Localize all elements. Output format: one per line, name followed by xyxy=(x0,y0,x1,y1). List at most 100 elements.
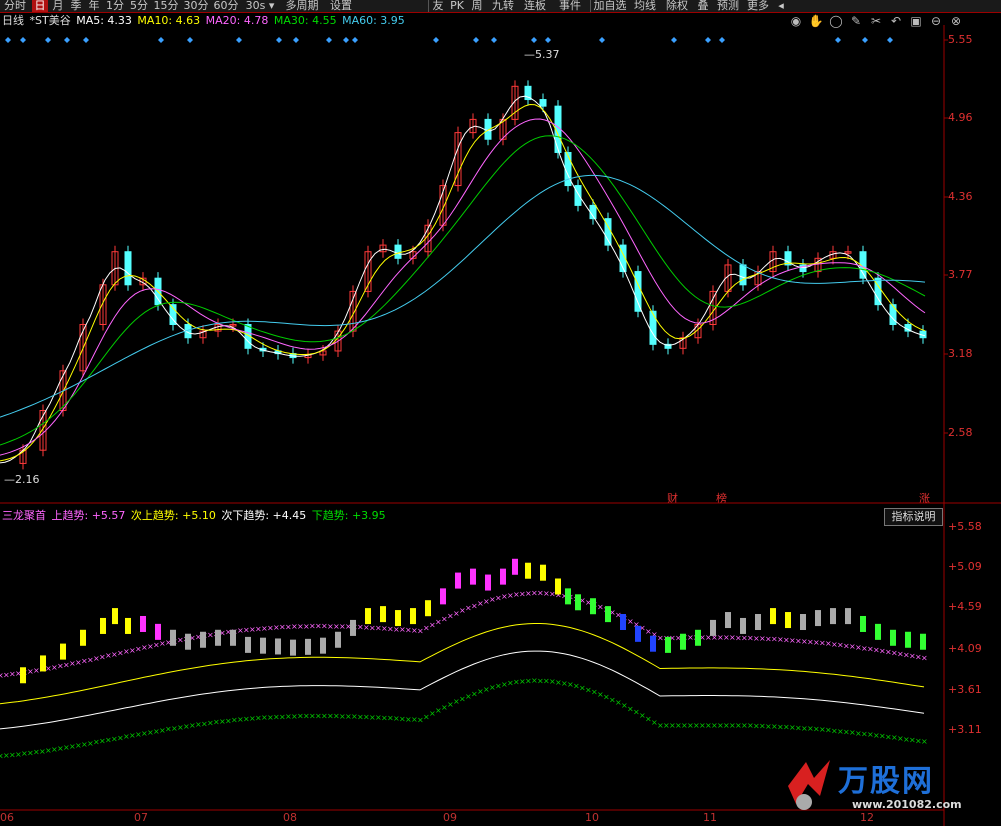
signal-diamond xyxy=(343,37,349,43)
indicator-bar xyxy=(320,637,326,654)
toolbar-item[interactable]: 设置 xyxy=(326,0,356,12)
signal-diamond xyxy=(473,37,479,43)
signal-diamond xyxy=(187,37,193,43)
indicator-tick: +4.59 xyxy=(948,600,982,613)
indicator-bar xyxy=(455,572,461,589)
watermark-url: www.201082.com xyxy=(852,798,962,811)
indicator-bar xyxy=(770,608,776,625)
date-tick: 08 xyxy=(283,811,297,824)
toolbar-item[interactable]: 60分 xyxy=(212,0,240,12)
down2-trend-line xyxy=(0,650,925,730)
high-price-label: —5.37 xyxy=(524,48,560,61)
indicator-bar xyxy=(830,608,836,625)
signal-diamond xyxy=(719,37,725,43)
kline-chart: —5.37—2.16× × × × × × × × × × × × × × × × × × × × × × × × × × × × × ×… xyxy=(0,25,1001,826)
toolbar-item[interactable]: 多周期 xyxy=(280,0,324,12)
indicator-bar xyxy=(785,612,791,629)
indicator-bar xyxy=(112,608,118,625)
toolbar-item[interactable]: 更多 xyxy=(744,0,772,12)
signal-diamond xyxy=(887,37,893,43)
indicator-bar xyxy=(80,629,86,646)
candle-body xyxy=(634,271,642,312)
low-price-label: —2.16 xyxy=(4,473,40,486)
indicator-bar xyxy=(215,629,221,646)
indicator-bar xyxy=(425,600,431,617)
signal-diamond xyxy=(705,37,711,43)
indicator-bar xyxy=(635,625,641,642)
price-tick: 3.18 xyxy=(948,347,973,360)
toolbar-item[interactable]: 预测 xyxy=(714,0,742,12)
up-trend-line: × xyxy=(921,653,928,662)
indicator-bar xyxy=(395,610,401,627)
signal-diamond xyxy=(20,37,26,43)
price-tick: 4.36 xyxy=(948,190,973,203)
indicator-bar xyxy=(605,606,611,623)
toolbar-item[interactable]: 30s ▾ xyxy=(242,0,278,12)
indicator-bar xyxy=(230,629,236,646)
signal-diamond xyxy=(158,37,164,43)
date-tick: 07 xyxy=(134,811,148,824)
indicator-bar xyxy=(290,639,296,656)
toolbar-item[interactable]: 5分 xyxy=(128,0,150,12)
toolbar-item[interactable]: 九转 xyxy=(488,0,518,12)
indicator-bar xyxy=(200,631,206,648)
signal-diamond xyxy=(5,37,11,43)
toolbar-item[interactable]: PK xyxy=(448,0,466,12)
signal-diamond xyxy=(835,37,841,43)
toolbar-item[interactable]: 叠 xyxy=(694,0,712,12)
indicator-bar xyxy=(100,617,106,634)
toolbar-item[interactable]: 事件 xyxy=(552,0,588,12)
signal-diamond xyxy=(545,37,551,43)
toolbar-item[interactable]: 除权 xyxy=(662,0,692,12)
signal-diamond xyxy=(671,37,677,43)
ma20-line xyxy=(0,118,926,456)
price-tick: 5.55 xyxy=(948,33,973,46)
indicator-bar xyxy=(410,608,416,625)
toolbar-item[interactable]: 年 xyxy=(86,0,102,12)
ma60-line xyxy=(0,174,926,418)
toolbar-item[interactable]: 友 xyxy=(428,0,447,12)
indicator-bar xyxy=(140,615,146,632)
indicator-bar xyxy=(815,610,821,627)
candle-body xyxy=(394,244,402,259)
signal-diamond xyxy=(45,37,51,43)
toolbar-item[interactable]: 均线 xyxy=(630,0,660,12)
indicator-tick: +5.09 xyxy=(948,560,982,573)
toolbar-item[interactable]: 连板 xyxy=(520,0,550,12)
indicator-bar xyxy=(350,619,356,636)
signal-diamond xyxy=(352,37,358,43)
indicator-bar xyxy=(845,608,851,625)
indicator-tick: +3.11 xyxy=(948,723,982,736)
toolbar-item[interactable]: 月 xyxy=(50,0,66,12)
indicator-bar xyxy=(485,574,491,591)
toolbar-item[interactable]: 1分 xyxy=(104,0,126,12)
indicator-bar xyxy=(665,636,671,653)
toolbar-item[interactable]: 30分 xyxy=(182,0,210,12)
price-tick: 2.58 xyxy=(948,426,973,439)
indicator-bar xyxy=(565,588,571,605)
toolbar-item[interactable]: 15分 xyxy=(152,0,180,12)
watermark-text: 万股网 xyxy=(838,764,934,799)
indicator-bar xyxy=(335,631,341,648)
signal-diamond xyxy=(326,37,332,43)
toolbar-item[interactable]: 日 xyxy=(32,0,48,12)
indicator-bar xyxy=(800,614,806,631)
indicator-bar xyxy=(525,562,531,579)
indicator-bar xyxy=(905,631,911,648)
toolbar-item[interactable]: 分时 xyxy=(0,0,30,12)
indicator-bar xyxy=(440,588,446,605)
signal-diamond xyxy=(83,37,89,43)
toolbar-item[interactable]: ◂ xyxy=(774,0,788,12)
toolbar-item[interactable]: 周 xyxy=(468,0,486,12)
toolbar-item[interactable]: 加自选 xyxy=(590,0,629,12)
toolbar-item[interactable]: 季 xyxy=(68,0,84,12)
indicator-tick: +3.61 xyxy=(948,683,982,696)
indicator-bar xyxy=(620,614,626,631)
indicator-bar xyxy=(125,617,131,634)
indicator-bar xyxy=(740,617,746,634)
indicator-bar xyxy=(40,655,46,672)
candle-body xyxy=(739,264,747,286)
date-tick: 06 xyxy=(0,811,14,824)
signal-diamond xyxy=(236,37,242,43)
indicator-bar xyxy=(170,629,176,646)
